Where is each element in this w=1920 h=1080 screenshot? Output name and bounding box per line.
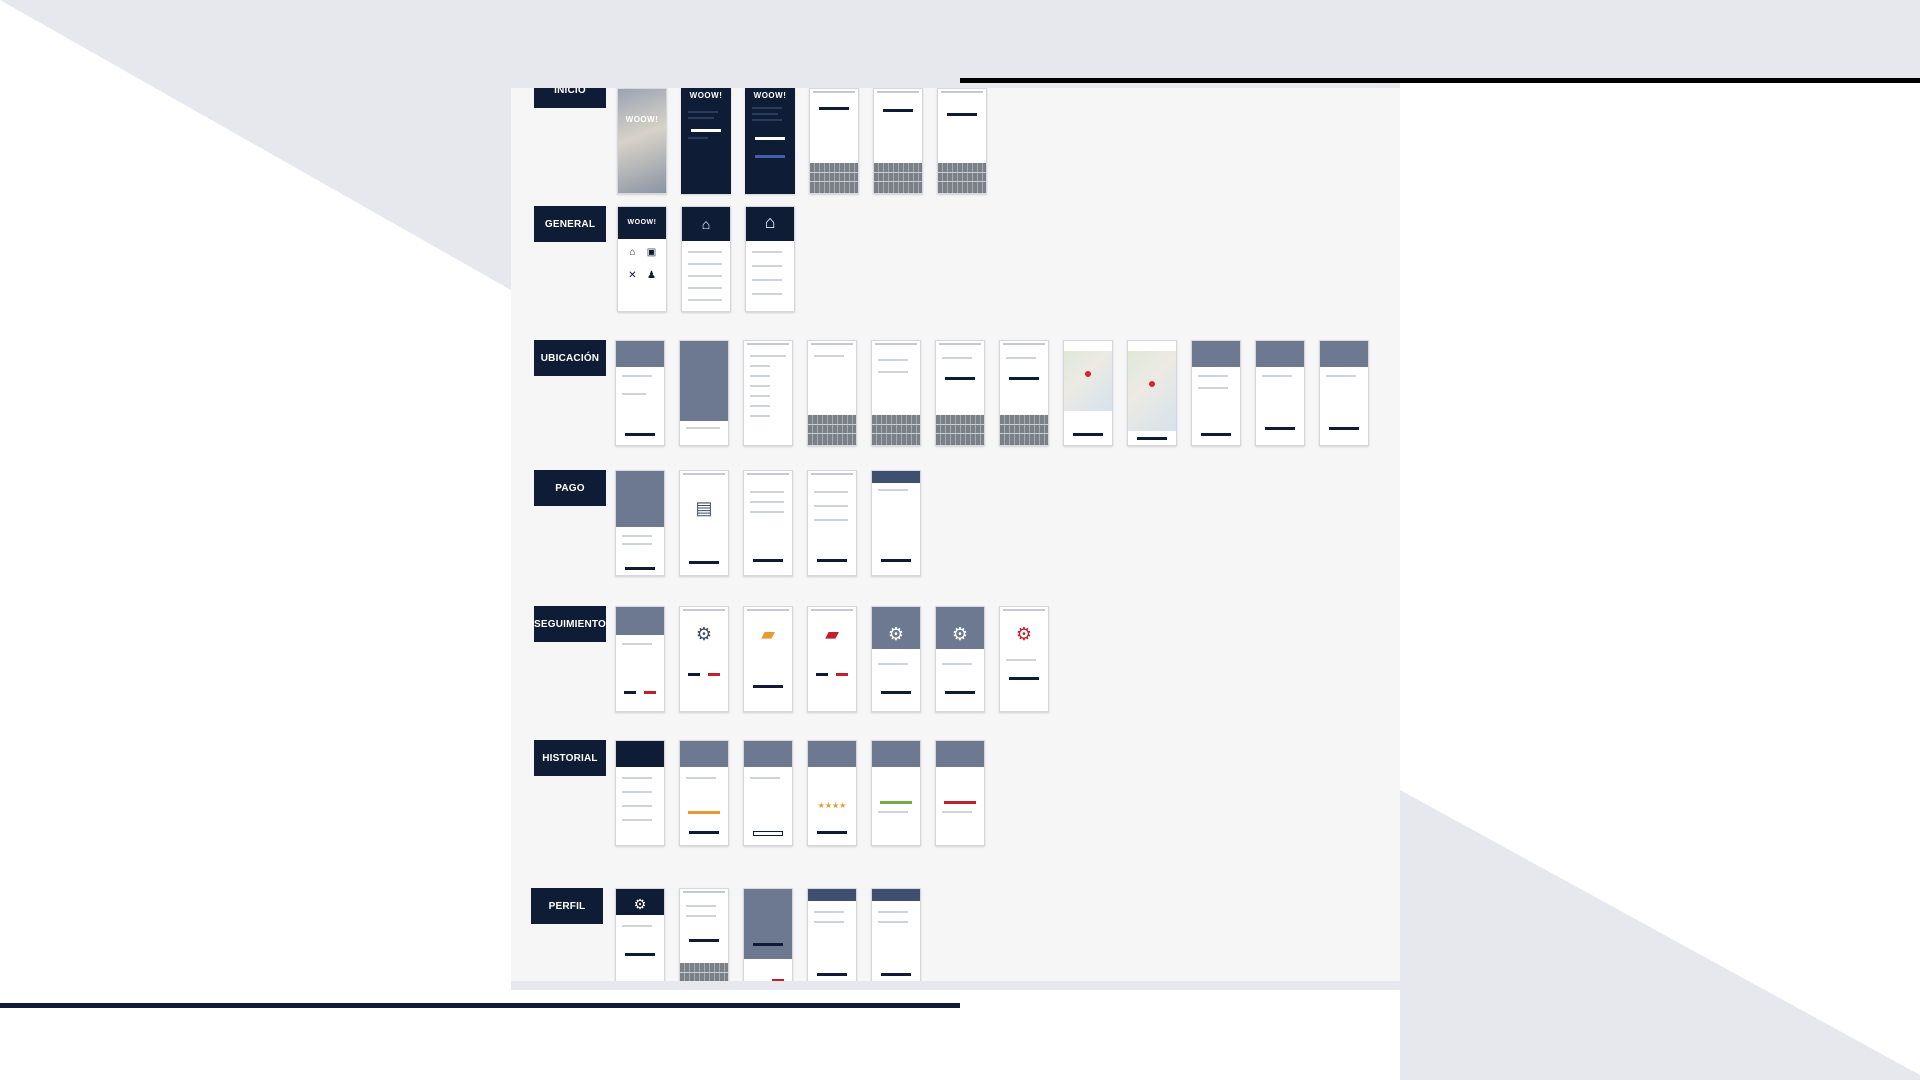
screen-card-form[interactable] (807, 470, 857, 576)
screen-profile[interactable]: ⚙ (615, 888, 665, 981)
screen-location-detail[interactable] (1191, 340, 1241, 446)
screen-splash[interactable]: WOOW! (617, 88, 667, 194)
bottom-accent-rule (0, 1003, 960, 1008)
screen-history-list[interactable] (615, 740, 665, 846)
credit-card-icon: ▰ (761, 624, 775, 644)
screen-home-menu[interactable]: WOOW! ⌂ ▣ ✕ ♟ (617, 206, 667, 312)
home-icon: ⌂ (764, 212, 776, 232)
screen-tracking-gear[interactable]: ⚙ (871, 606, 921, 712)
gear-icon: ⚙ (951, 624, 969, 644)
screen-form-keyboard[interactable] (809, 88, 859, 194)
users-icon[interactable]: ♟ (645, 270, 658, 287)
screen-tracking-gear[interactable]: ⚙ (935, 606, 985, 712)
home-icon[interactable]: ⌂ (626, 247, 639, 264)
section-label: PAGO (534, 470, 606, 506)
section-ubicacion: UBICACIÓN (511, 340, 1400, 458)
screen-profile-cards[interactable] (871, 888, 921, 981)
brand-logo: WOOW! (689, 91, 723, 100)
screen-history-detail[interactable] (679, 740, 729, 846)
section-label: HISTORIAL (534, 740, 606, 776)
section-label: UBICACIÓN (534, 340, 606, 376)
map-pin-icon (1085, 371, 1091, 377)
section-seguimiento: SEGUIMIENTO ⚙ ▰ ▰ ⚙ ⚙ ⚙ (511, 606, 1400, 724)
gear-icon: ⚙ (695, 624, 713, 644)
credit-card-icon: ▤ (695, 498, 713, 518)
screen-form-keyboard[interactable] (935, 340, 985, 446)
screen-map[interactable] (1063, 340, 1113, 446)
section-inicio: INICIO WOOW! WOOW! WOOW! (511, 88, 1400, 206)
section-perfil: PERFIL ⚙ (511, 888, 1400, 981)
section-label: SEGUIMIENTO (534, 606, 606, 642)
screen-login[interactable]: WOOW! (681, 88, 731, 194)
gear-icon: ⚙ (1015, 624, 1033, 644)
wireframe-board: INICIO WOOW! WOOW! WOOW! GENERAL WOOW! ⌂… (511, 88, 1400, 981)
screen-form-keyboard[interactable] (937, 88, 987, 194)
screen-history-detail[interactable] (935, 740, 985, 846)
gear-icon: ⚙ (887, 624, 905, 644)
home-icon: ⌂ (701, 216, 711, 232)
section-historial: HISTORIAL ★★★★ (511, 740, 1400, 858)
screen-form-keyboard[interactable] (871, 340, 921, 446)
screen-form-keyboard[interactable] (807, 340, 857, 446)
screen-tracking-status[interactable] (615, 606, 665, 712)
screen-form-keyboard[interactable] (873, 88, 923, 194)
screen-location-detail[interactable] (679, 340, 729, 446)
screen-history-rating[interactable]: ★★★★ (807, 740, 857, 846)
section-pago: PAGO ▤ (511, 470, 1400, 588)
star-rating-icon[interactable]: ★★★★ (808, 797, 856, 815)
screen-profile-edit[interactable] (679, 888, 729, 981)
screen-card-confirm[interactable] (871, 470, 921, 576)
screen-form-keyboard[interactable] (999, 340, 1049, 446)
screen-history-detail[interactable] (871, 740, 921, 846)
screen-location-list[interactable] (743, 340, 793, 446)
screen-register[interactable]: WOOW! (745, 88, 795, 194)
screen-history-rating[interactable] (743, 740, 793, 846)
screen-tracking-gear[interactable]: ⚙ (679, 606, 729, 712)
screen-payment-summary[interactable] (615, 470, 665, 576)
brand-logo: WOOW! (625, 115, 659, 124)
section-label: INICIO (534, 88, 606, 108)
screen-location-detail[interactable] (615, 340, 665, 446)
screen-tracking-card[interactable]: ▰ (807, 606, 857, 712)
section-label: PERFIL (531, 888, 603, 924)
map-pin-icon (1149, 381, 1155, 387)
screen-service-list[interactable]: ⌂ (745, 206, 795, 312)
credit-card-icon: ▰ (825, 624, 839, 644)
screen-location-detail[interactable] (1319, 340, 1369, 446)
section-general: GENERAL WOOW! ⌂ ▣ ✕ ♟ ⌂ ⌂ (511, 206, 1400, 324)
brand-logo: WOOW! (627, 219, 657, 226)
brand-logo: WOOW! (753, 91, 787, 100)
top-accent-rule (960, 78, 1920, 83)
screen-tracking-card[interactable]: ▰ (743, 606, 793, 712)
screen-service-list[interactable]: ⌂ (681, 206, 731, 312)
section-label: GENERAL (534, 206, 606, 242)
screen-tracking-gear[interactable]: ⚙ (999, 606, 1049, 712)
screen-location-detail[interactable] (1255, 340, 1305, 446)
car-icon[interactable]: ▣ (645, 247, 658, 264)
gear-icon: ⚙ (633, 896, 647, 912)
screen-payment-method[interactable]: ▤ (679, 470, 729, 576)
screen-card-form[interactable] (743, 470, 793, 576)
screen-profile-cards[interactable] (807, 888, 857, 981)
screen-map[interactable] (1127, 340, 1177, 446)
screen-profile-edit[interactable] (743, 888, 793, 981)
tools-icon[interactable]: ✕ (626, 270, 639, 287)
